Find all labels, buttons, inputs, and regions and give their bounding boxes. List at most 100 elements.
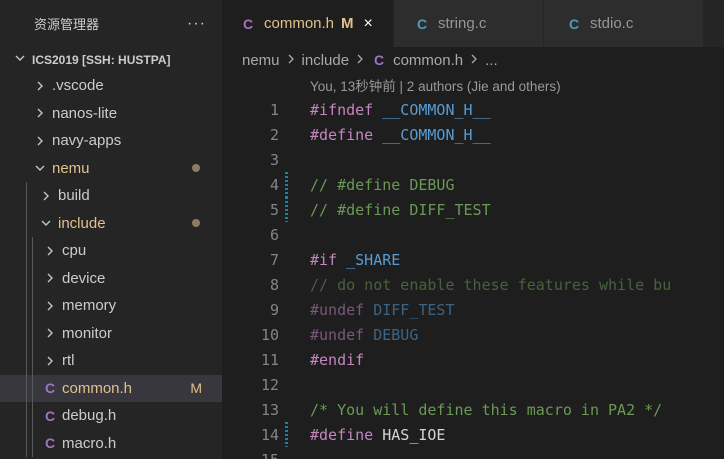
line-number: 2 [269, 125, 279, 144]
tree-item-monitor[interactable]: monitor [0, 319, 222, 347]
gutter [283, 97, 292, 122]
tab-stdio-c[interactable]: Cstdio.c [544, 0, 704, 47]
c-file-icon: C [44, 435, 56, 452]
gutter [283, 397, 292, 422]
chevron-right-icon [32, 107, 48, 119]
c-file-icon: C [374, 52, 385, 68]
line-number: 5 [269, 200, 279, 219]
line-number: 7 [269, 250, 279, 269]
indent-guide [32, 264, 33, 292]
chevron-down-icon [32, 162, 48, 174]
code-line[interactable]: 13 /* You will define this macro in PA2 *… [222, 397, 724, 422]
close-icon[interactable]: × [364, 15, 373, 33]
tree-item-debug-h[interactable]: Cdebug.h [0, 402, 222, 430]
gutter [283, 347, 292, 372]
tree-item-macro-h[interactable]: Cmacro.h [0, 429, 222, 457]
code-text: #undef DIFF_TEST [292, 301, 455, 319]
tree-item-common-h[interactable]: Ccommon.h M [0, 374, 222, 402]
tree-item-label: memory [62, 297, 117, 315]
code-text: #define __COMMON_H__ [292, 126, 491, 144]
code-token: __COMMON_H__ [382, 125, 491, 144]
gutter [283, 122, 292, 147]
breadcrumb-item[interactable]: common.h [393, 52, 463, 69]
indent-guide [26, 264, 27, 292]
code-view[interactable]: 1 #ifndef __COMMON_H__ 2 #define __COMMON_H… [222, 97, 724, 459]
git-blame-lens[interactable]: You, 13秒钟前 | 2 authors (Jie and others) [222, 73, 724, 97]
editor-area: Ccommon.h M × Cstring.c Cstdio.c nemu include… [222, 0, 724, 459]
code-line[interactable]: 15 [222, 447, 724, 459]
code-text: #define HAS_IOE [292, 426, 445, 444]
code-line[interactable]: 3 [222, 147, 724, 172]
line-number: 10 [260, 325, 279, 344]
c-file-icon: C [568, 15, 580, 32]
chevron-right-icon [38, 190, 54, 202]
tree-item-nemu[interactable]: nemu [0, 155, 222, 183]
breadcrumb-item[interactable]: nemu [242, 52, 280, 69]
editor-tabs: Ccommon.h M × Cstring.c Cstdio.c [222, 0, 724, 47]
tree-item-memory[interactable]: memory [0, 292, 222, 320]
indent-guide [32, 374, 33, 402]
c-file-icon: C [44, 407, 56, 424]
code-line[interactable]: 12 [222, 372, 724, 397]
chevron-right-icon [42, 300, 58, 312]
tree-item-device[interactable]: device [0, 264, 222, 292]
chevron-right-icon [42, 272, 58, 284]
code-token: // do not enable these features while bu [310, 275, 672, 294]
git-modified-gutter [283, 172, 292, 197]
tree-item-rtl[interactable]: rtl [0, 347, 222, 375]
code-token: _SHARE [346, 250, 401, 269]
code-line[interactable]: 4 // #define DEBUG [222, 172, 724, 197]
code-token: #define [310, 425, 374, 444]
tree-item-label: monitor [62, 324, 113, 342]
code-token: #if [310, 250, 338, 269]
code-text: // do not enable these features while bu [292, 276, 671, 294]
code-text: #endif [292, 351, 364, 369]
breadcrumb-item[interactable]: ... [485, 52, 498, 69]
tab-label: common.h [264, 15, 335, 32]
code-line[interactable]: 8 // do not enable these features while b… [222, 272, 724, 297]
code-line[interactable]: 5 // #define DIFF_TEST [222, 197, 724, 222]
code-line[interactable]: 14 #define HAS_IOE [222, 422, 724, 447]
code-token: #undef [310, 300, 365, 319]
indent-guide [26, 209, 27, 237]
tree-item-include[interactable]: include [0, 209, 222, 237]
breadcrumb-item[interactable]: include [302, 52, 350, 69]
chevron-right-icon [355, 52, 365, 69]
code-line[interactable]: 9 #undef DIFF_TEST [222, 297, 724, 322]
tree-item-vscode[interactable]: .vscode [0, 72, 222, 100]
workspace-root[interactable]: ICS2019 [SSH: HUSTPA] [0, 47, 222, 72]
indent-guide [32, 347, 33, 375]
explorer-header: 资源管理器 ··· [0, 0, 222, 47]
code-line[interactable]: 1 #ifndef __COMMON_H__ [222, 97, 724, 122]
line-number: 15 [222, 451, 279, 459]
workspace-root-label: ICS2019 [SSH: HUSTPA] [32, 52, 171, 67]
explorer-sidebar: 资源管理器 ··· ICS2019 [SSH: HUSTPA] .vscode n… [0, 0, 222, 459]
file-tree: .vscode nanos-lite navy-apps nemu build inclu… [0, 72, 222, 457]
tree-item-navy-apps[interactable]: navy-apps [0, 127, 222, 155]
c-file-icon: C [44, 380, 56, 397]
tree-item-cpu[interactable]: cpu [0, 237, 222, 265]
more-actions-icon[interactable]: ··· [187, 15, 206, 33]
indent-guide [26, 347, 27, 375]
tab-common-h[interactable]: Ccommon.h M × [222, 0, 394, 47]
code-line[interactable]: 2 #define __COMMON_H__ [222, 122, 724, 147]
gutter [283, 247, 292, 272]
chevron-right-icon [32, 135, 48, 147]
tab-string-c[interactable]: Cstring.c [394, 0, 544, 47]
line-number: 11 [260, 350, 279, 369]
code-line[interactable]: 6 [222, 222, 724, 247]
chevron-right-icon [32, 80, 48, 92]
tree-item-nanos-lite[interactable]: nanos-lite [0, 100, 222, 128]
indent-guide [26, 292, 27, 320]
code-line[interactable]: 7 #if _SHARE [222, 247, 724, 272]
code-line[interactable]: 11 #endif [222, 347, 724, 372]
code-text: #undef DEBUG [292, 326, 418, 344]
tree-item-label: device [62, 269, 106, 287]
explorer-title: 资源管理器 [34, 17, 100, 32]
tree-item-build[interactable]: build [0, 182, 222, 210]
code-line[interactable]: 10 #undef DEBUG [222, 322, 724, 347]
gutter [283, 272, 292, 297]
